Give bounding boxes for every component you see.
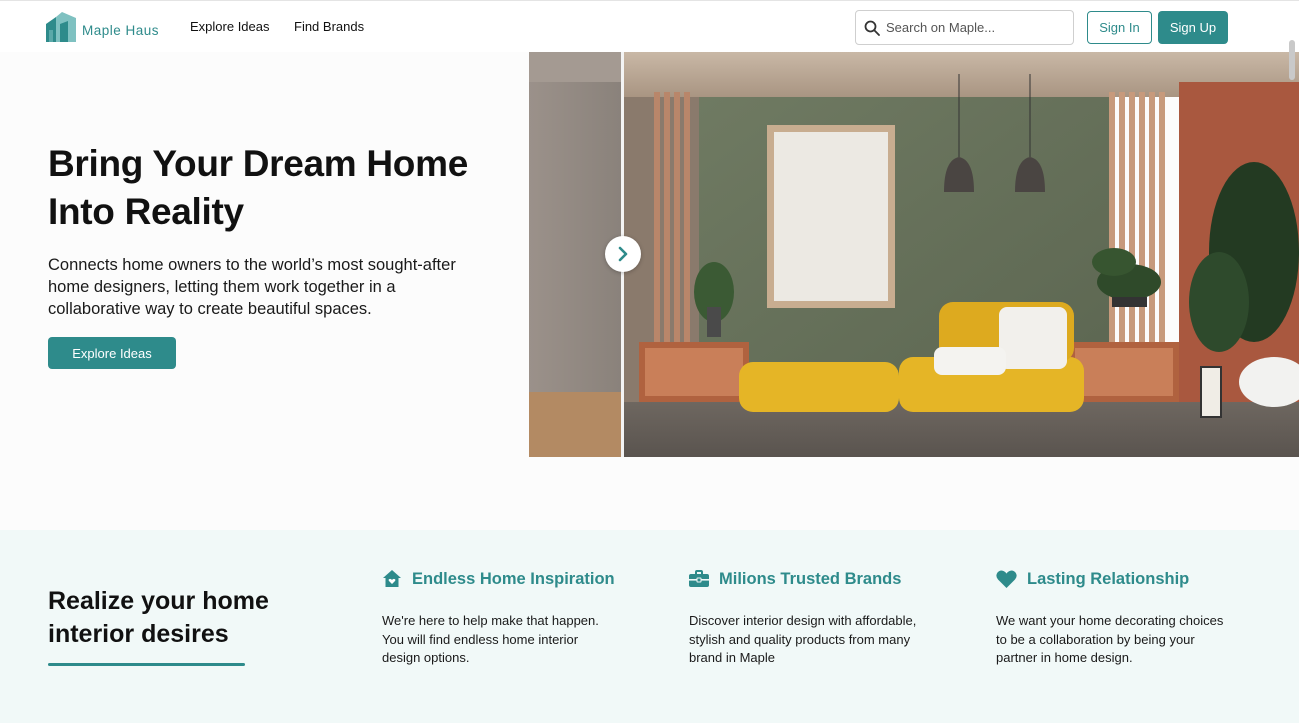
sign-up-button[interactable]: Sign Up [1158, 11, 1228, 44]
nav-link-find-brands[interactable]: Find Brands [294, 19, 364, 34]
top-navbar: Maple Haus Explore Ideas Find Brands Sig… [0, 0, 1299, 52]
brand-name: Maple Haus [82, 22, 160, 38]
explore-ideas-button[interactable]: Explore Ideas [48, 337, 176, 369]
features-section: Realize your home interior desires Endle… [0, 530, 1299, 723]
feature-endless-inspiration: Endless Home Inspiration We're here to h… [382, 568, 642, 668]
feature-trusted-brands: Milions Trusted Brands Discover interior… [689, 568, 949, 668]
chevron-right-icon [618, 246, 628, 262]
sign-in-button[interactable]: Sign In [1087, 11, 1152, 44]
search-input[interactable] [886, 20, 1066, 35]
heading-underline [48, 663, 245, 666]
feature-lasting-relationship: Lasting Relationship We want your home d… [996, 568, 1256, 668]
search-box[interactable] [855, 10, 1074, 45]
brand-logo[interactable]: Maple Haus [46, 12, 159, 42]
feature-text: We want your home decorating choices to … [996, 613, 1224, 665]
feature-title: Milions Trusted Brands [719, 569, 902, 588]
hero-description: Connects home owners to the world’s most… [48, 256, 456, 318]
maple-haus-logo-icon [46, 12, 76, 42]
search-icon [864, 20, 880, 36]
hero-image [529, 52, 1299, 457]
home-heart-icon [383, 570, 401, 587]
nav-link-explore-ideas[interactable]: Explore Ideas [190, 19, 270, 34]
feature-text: We're here to help make that happen. You… [382, 613, 599, 665]
carousel-next-button[interactable] [605, 236, 641, 272]
briefcase-icon [689, 570, 709, 587]
feature-title: Lasting Relationship [1027, 569, 1190, 588]
hero-title: Bring Your Dream Home Into Reality [48, 143, 468, 232]
features-heading: Realize your home interior desires [48, 587, 269, 648]
heart-icon [996, 570, 1017, 588]
feature-text: Discover interior design with affordable… [689, 613, 917, 665]
feature-title: Endless Home Inspiration [412, 569, 615, 588]
page-scrollbar[interactable] [1289, 40, 1295, 80]
